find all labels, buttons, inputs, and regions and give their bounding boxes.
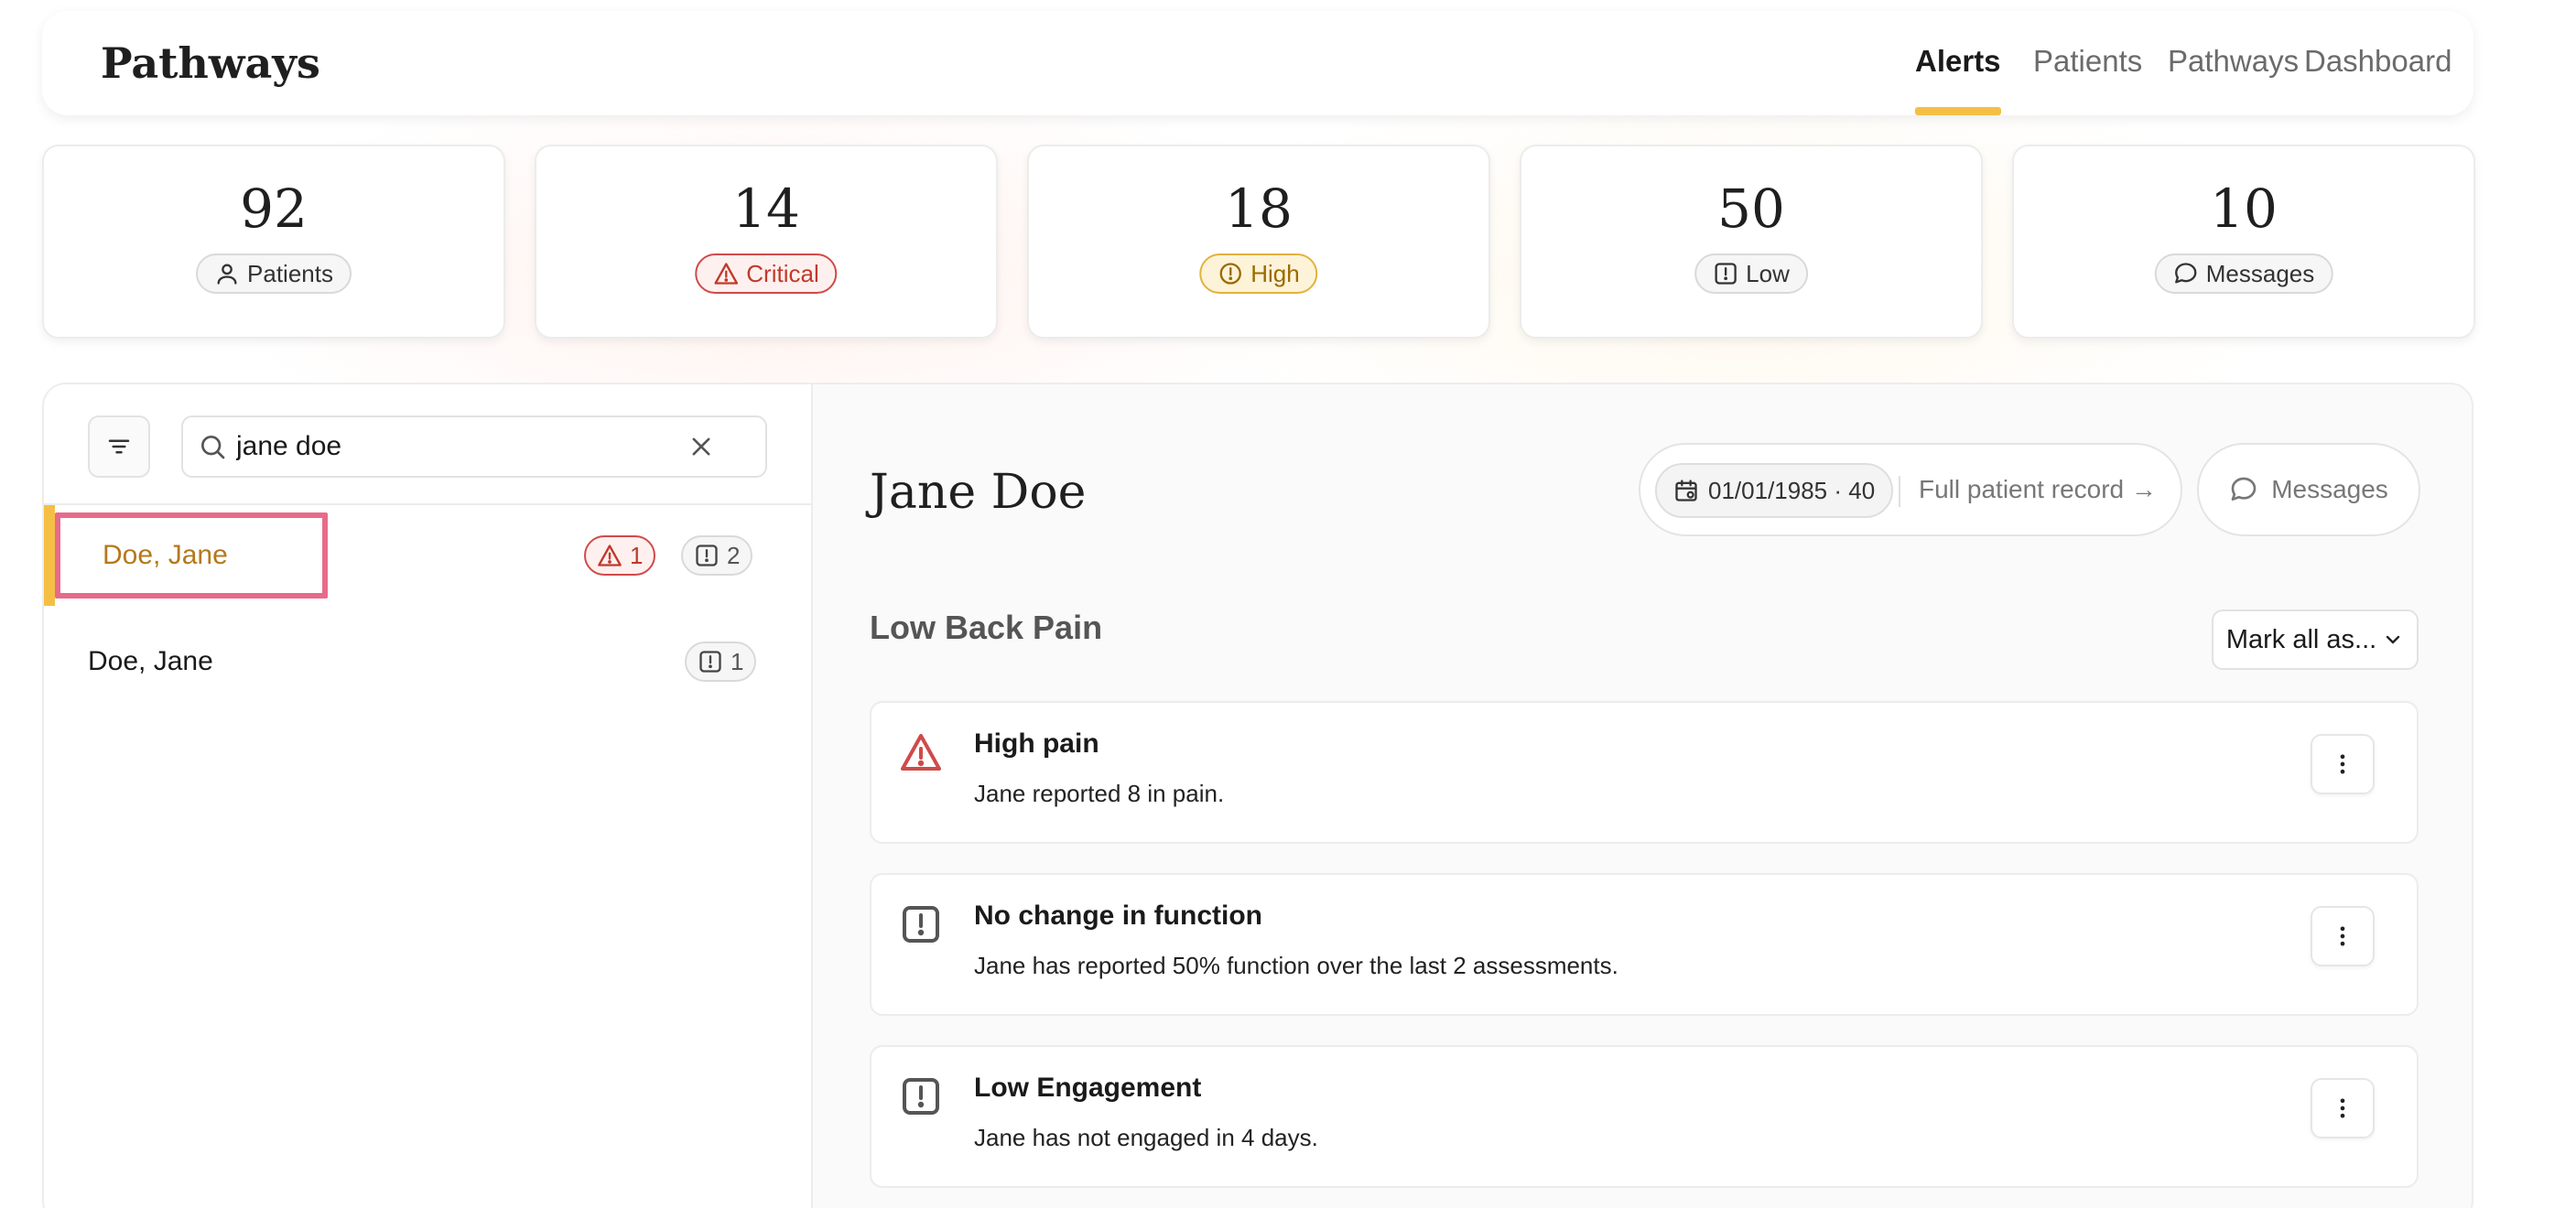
stat-label: Messages	[2205, 259, 2315, 287]
more-vertical-icon	[2340, 1098, 2345, 1118]
search-icon	[201, 436, 225, 459]
messages-button[interactable]: Messages	[2197, 443, 2420, 536]
alerts-panel: Doe, Jane 1 2 Doe, Jane 1 Jane Doe 01/01…	[42, 383, 2473, 1208]
warning-triangle-icon	[714, 263, 739, 285]
stat-value: 14	[732, 178, 800, 240]
more-options-button[interactable]	[2311, 906, 2375, 966]
alert-circle-icon	[1219, 263, 1241, 285]
stat-value: 18	[1225, 178, 1293, 240]
alert-card[interactable]: Low Engagement Jane has not engaged in 4…	[870, 1045, 2419, 1188]
patient-name: Doe, Jane	[103, 540, 228, 570]
alert-square-icon	[1715, 263, 1737, 285]
top-nav: Pathways Alerts Patients Pathways Dashbo…	[42, 11, 2473, 115]
chevron-down-icon	[2386, 635, 2400, 644]
brand-logo[interactable]: Pathways	[101, 11, 320, 115]
stat-value: 92	[240, 178, 308, 240]
critical-count-badge: 1	[584, 535, 656, 576]
clear-search-icon[interactable]	[688, 434, 714, 459]
warning-triangle-icon	[901, 734, 941, 771]
alert-square-icon	[903, 906, 939, 943]
patient-row-selected[interactable]: Doe, Jane 1 2	[44, 505, 811, 606]
stat-label: High	[1250, 259, 1300, 287]
patient-name: Doe, Jane	[88, 646, 213, 676]
tab-pathways[interactable]: Pathways	[2168, 11, 2299, 115]
pathway-title: Low Back Pain	[870, 609, 1103, 646]
stat-card-messages[interactable]: 10 Messages	[2012, 145, 2475, 339]
full-record-link[interactable]: Full patient record →	[1919, 445, 2157, 534]
filter-icon	[108, 439, 130, 454]
calendar-icon	[1675, 480, 1697, 502]
alert-card[interactable]: High pain Jane reported 8 in pain.	[870, 701, 2419, 844]
stat-chip: Patients	[196, 253, 352, 294]
user-icon	[217, 264, 237, 285]
stat-value: 10	[2210, 178, 2278, 240]
more-options-button[interactable]	[2311, 1078, 2375, 1138]
alert-title: No change in function	[974, 901, 1262, 931]
stat-chip: Messages	[2154, 253, 2333, 294]
search-box	[181, 415, 767, 478]
low-count-badge: 2	[681, 535, 753, 576]
divider	[1899, 476, 1900, 507]
dob-text: 01/01/1985 · 40	[1708, 476, 1876, 504]
stat-label: Critical	[746, 259, 819, 287]
stat-label: Low	[1746, 259, 1790, 287]
stat-card-patients[interactable]: 92 Patients	[42, 145, 505, 339]
warning-triangle-icon	[598, 545, 622, 566]
alert-square-icon	[699, 651, 721, 673]
tab-patients[interactable]: Patients	[2033, 11, 2142, 115]
alert-description: Jane has reported 50% function over the …	[974, 952, 1618, 979]
alert-square-icon	[903, 1078, 939, 1115]
badge-count: 2	[727, 541, 741, 569]
stat-chip: High	[1199, 253, 1318, 294]
low-count-badge: 1	[685, 642, 757, 682]
dob-chip: 01/01/1985 · 40	[1655, 463, 1894, 518]
search-input[interactable]	[236, 417, 676, 476]
tab-alerts[interactable]: Alerts	[1915, 11, 2001, 115]
alert-title: Low Engagement	[974, 1073, 1202, 1103]
stat-chip: Critical	[695, 253, 838, 294]
stat-card-high[interactable]: 18 High	[1027, 145, 1490, 339]
message-bubble-icon	[2231, 477, 2257, 501]
alert-description: Jane reported 8 in pain.	[974, 780, 1225, 807]
patient-info-pill: 01/01/1985 · 40 Full patient record →	[1639, 443, 2182, 536]
patient-row[interactable]: Doe, Jane 1	[44, 611, 811, 712]
mark-all-label: Mark all as...	[2225, 624, 2377, 654]
stat-label: Patients	[247, 259, 333, 287]
more-vertical-icon	[2340, 754, 2345, 774]
stat-value: 50	[1717, 178, 1785, 240]
badge-count: 1	[630, 541, 644, 569]
filter-button[interactable]	[88, 415, 150, 478]
tab-dashboard[interactable]: Dashboard	[2304, 11, 2452, 115]
alert-card[interactable]: No change in function Jane has reported …	[870, 873, 2419, 1016]
stat-card-critical[interactable]: 14 Critical	[535, 145, 998, 339]
messages-label: Messages	[2271, 475, 2388, 503]
patient-list-pane: Doe, Jane 1 2 Doe, Jane 1	[44, 384, 813, 1208]
message-bubble-icon	[2175, 263, 2197, 284]
alert-description: Jane has not engaged in 4 days.	[974, 1124, 1318, 1151]
alert-square-icon	[696, 545, 718, 566]
stat-card-low[interactable]: 50 Low	[1520, 145, 1983, 339]
alert-title: High pain	[974, 728, 1099, 759]
mark-all-dropdown[interactable]: Mark all as...	[2212, 609, 2419, 670]
patient-detail-name: Jane Doe	[870, 465, 1087, 520]
more-vertical-icon	[2340, 926, 2345, 946]
badge-count: 1	[731, 647, 744, 675]
more-options-button[interactable]	[2311, 734, 2375, 794]
stat-chip: Low	[1694, 253, 1808, 294]
